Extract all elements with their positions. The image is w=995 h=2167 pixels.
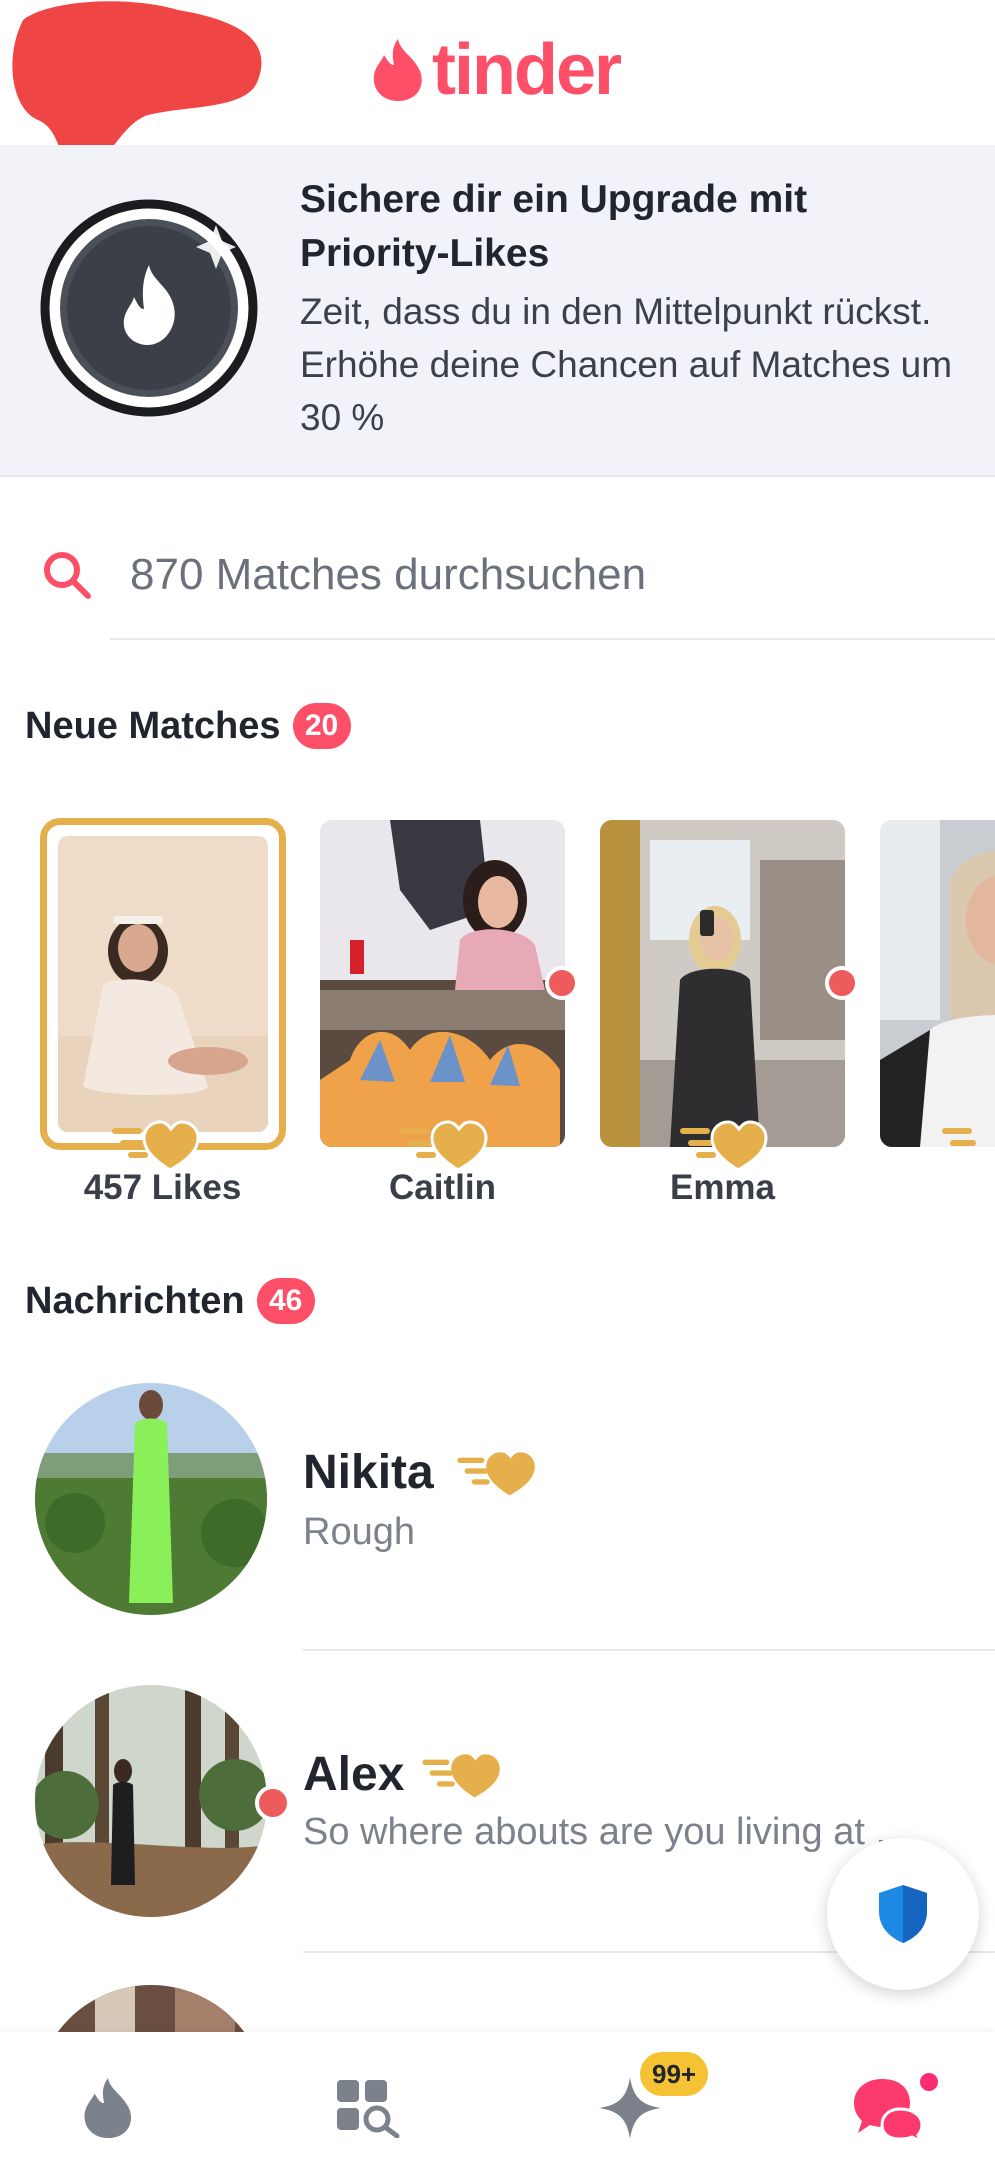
safety-shield-button[interactable] <box>827 1838 979 1990</box>
messages-notification-dot <box>917 2070 941 2094</box>
flame-icon <box>373 39 422 101</box>
search-icon <box>44 552 91 599</box>
new-matches-count-badge: 20 <box>292 703 351 749</box>
flame-icon <box>84 2077 132 2139</box>
nav-messages[interactable] <box>848 2068 928 2148</box>
message-separator <box>303 1649 995 1651</box>
match-name: Caitlin <box>389 1168 496 1207</box>
match-card-emma[interactable]: Emma <box>600 820 859 1207</box>
upgrade-banner[interactable]: Sichere dir ein Upgrade mit Priority-Lik… <box>0 145 995 477</box>
match-photo <box>320 820 565 1147</box>
match-card-partial[interactable]: Ka <box>880 820 995 1147</box>
bottom-navigation: 99+ <box>0 2032 995 2167</box>
likes-photo <box>58 836 268 1132</box>
message-preview: Rough <box>303 1511 415 1553</box>
super-like-heart-icon <box>680 1120 768 1172</box>
avatar <box>35 1383 267 1615</box>
logo-text: tinder <box>432 30 622 110</box>
match-search <box>0 520 995 640</box>
unread-dot <box>825 966 859 1000</box>
message-name: Alex <box>303 1748 405 1801</box>
banner-title: Sichere dir ein Upgrade mit Priority-Lik… <box>300 178 808 275</box>
avatar <box>35 1985 267 2032</box>
nav-swipe[interactable] <box>68 2068 148 2148</box>
tinder-logo: tinder <box>370 30 622 110</box>
new-matches-title: Neue Matches <box>25 704 281 747</box>
super-like-heart-icon <box>112 1120 200 1172</box>
unread-dot <box>545 966 579 1000</box>
flame-ring-icon <box>40 199 258 417</box>
match-name: Emma <box>669 1168 776 1207</box>
super-like-heart-icon <box>942 1128 976 1146</box>
banner-description: Zeit, dass du in den Mittelpunkt rückst.… <box>300 291 953 438</box>
gold-count-badge: 99+ <box>640 2052 709 2096</box>
messages-count-badge: 46 <box>256 1278 315 1324</box>
chat-icon <box>854 2079 924 2141</box>
likes-frame <box>40 818 286 1150</box>
super-like-heart-icon <box>400 1120 488 1172</box>
avatar <box>35 1685 267 1917</box>
new-matches-row: 457 Likes Caitlin Emma <box>0 818 995 1220</box>
search-input[interactable] <box>130 540 970 610</box>
unread-dot <box>255 1785 291 1821</box>
search-underline <box>110 638 995 640</box>
explore-icon <box>337 2080 400 2138</box>
super-like-heart-icon <box>457 1452 535 1496</box>
nav-explore[interactable] <box>328 2068 408 2148</box>
shield-icon <box>879 1885 927 1943</box>
likes-label: 457 Likes <box>83 1168 242 1207</box>
message-row-partial[interactable] <box>0 1985 995 2032</box>
app-header: tinder <box>0 0 995 170</box>
messages-heading: Nachrichten 46 <box>25 1278 315 1324</box>
super-like-heart-icon <box>422 1754 500 1798</box>
message-name: Nikita <box>303 1446 434 1499</box>
message-row-nikita[interactable]: Nikita Rough <box>0 1383 995 1683</box>
messages-title: Nachrichten <box>25 1279 245 1322</box>
match-photo <box>880 820 995 1147</box>
new-matches-heading: Neue Matches 20 <box>25 703 351 749</box>
match-card-caitlin[interactable]: Caitlin <box>320 820 579 1207</box>
match-photo <box>600 820 845 1147</box>
